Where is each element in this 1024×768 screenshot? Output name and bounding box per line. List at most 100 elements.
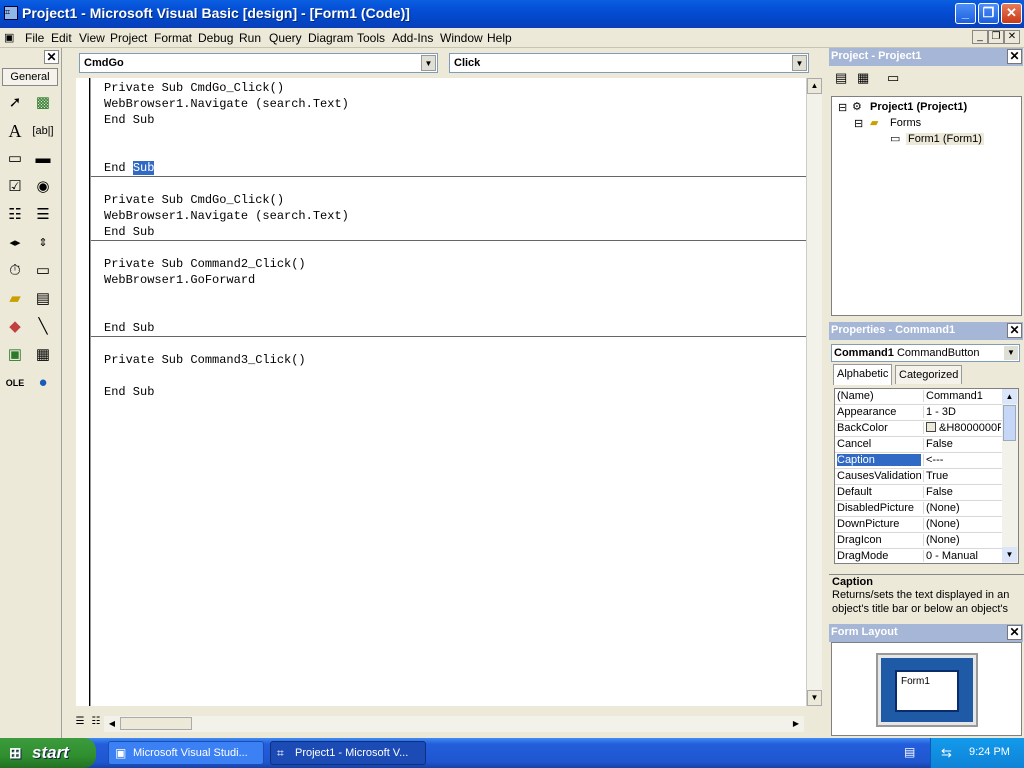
chevron-down-icon[interactable]: ▼ <box>1004 346 1018 360</box>
property-value[interactable]: False <box>923 438 1001 450</box>
toolbox-close-icon[interactable]: ✕ <box>44 50 59 64</box>
menu-help[interactable]: Help <box>487 31 512 45</box>
checkbox-icon[interactable]: ☑ <box>4 176 26 198</box>
tree-project-root[interactable]: Project1 (Project1) <box>870 101 967 113</box>
property-value[interactable]: 0 - Manual <box>923 550 1001 562</box>
code-line[interactable]: Private Sub Command2_Click() <box>104 257 306 271</box>
frame-icon[interactable]: ▭ <box>4 148 26 170</box>
tree-form-item[interactable]: Form1 (Form1) <box>906 133 984 145</box>
hscrollbar-icon[interactable]: ◂▸ <box>4 232 26 254</box>
clock[interactable]: 9:24 PM <box>969 746 1010 758</box>
property-row[interactable]: DragMode 0 - Manual <box>835 549 1002 563</box>
chevron-down-icon[interactable]: ▼ <box>792 55 807 71</box>
scroll-down-icon[interactable]: ▼ <box>1002 547 1017 562</box>
code-line[interactable]: End Sub <box>104 161 155 175</box>
toolbox-general-tab[interactable]: General <box>2 68 58 86</box>
property-value[interactable]: False <box>923 486 1001 498</box>
property-value[interactable]: (None) <box>923 534 1001 546</box>
label-icon[interactable]: A <box>4 120 26 142</box>
collapse-icon[interactable]: ⊟ <box>838 101 847 114</box>
view-code-icon[interactable]: ▤ <box>835 70 855 88</box>
menu-format[interactable]: Format <box>154 31 192 45</box>
picturebox-icon[interactable]: ▩ <box>32 92 54 114</box>
close-icon[interactable]: ✕ <box>1007 49 1022 64</box>
form-preview[interactable]: Form1 <box>895 670 959 712</box>
menu-run[interactable]: Run <box>239 31 261 45</box>
menu-file[interactable]: File <box>25 31 44 45</box>
scroll-thumb[interactable] <box>1003 405 1016 441</box>
property-row[interactable]: Cancel False <box>835 437 1002 453</box>
close-icon[interactable]: ✕ <box>1007 323 1022 338</box>
pointer-icon[interactable]: ➚ <box>4 92 26 114</box>
optionbutton-icon[interactable]: ◉ <box>32 176 54 198</box>
property-value[interactable]: &H8000000F <box>923 422 1001 434</box>
scroll-right-icon[interactable]: ▶ <box>788 716 804 732</box>
drivelistbox-icon[interactable]: ▭ <box>32 260 54 282</box>
chevron-down-icon[interactable]: ▼ <box>421 55 436 71</box>
code-line[interactable]: WebBrowser1.Navigate (search.Text) <box>104 209 349 223</box>
webbrowser-globe-icon[interactable]: ● <box>32 372 54 394</box>
scroll-up-icon[interactable]: ▲ <box>1002 389 1017 404</box>
scroll-left-icon[interactable]: ◀ <box>104 716 120 732</box>
document-icon[interactable]: ▣ <box>4 31 14 44</box>
textbox-icon[interactable]: [ab|] <box>32 120 54 142</box>
property-row[interactable]: (Name) Command1 <box>835 389 1002 405</box>
toggle-folders-icon[interactable]: ▭ <box>887 70 907 88</box>
property-row[interactable]: Default False <box>835 485 1002 501</box>
data-icon[interactable]: ▦ <box>32 344 54 366</box>
property-value[interactable]: True <box>923 470 1001 482</box>
line-icon[interactable]: ╲ <box>32 316 54 338</box>
property-row-selected[interactable]: Caption <--- <box>835 453 1002 469</box>
tab-categorized[interactable]: Categorized <box>895 365 963 384</box>
vscrollbar-icon[interactable]: ⇕ <box>32 232 54 254</box>
combobox-icon[interactable]: ☷ <box>4 204 26 226</box>
horizontal-scrollbar[interactable]: ◀ ▶ <box>104 716 804 732</box>
commandbutton-icon[interactable]: ▬ <box>32 148 54 170</box>
code-line[interactable]: WebBrowser1.GoForward <box>104 273 255 287</box>
ole-icon[interactable]: OLE <box>4 372 26 394</box>
procedure-combo[interactable]: Click ▼ <box>449 53 809 73</box>
menu-add-ins[interactable]: Add-Ins <box>392 31 433 45</box>
tab-alphabetic[interactable]: Alphabetic <box>833 364 893 385</box>
property-value[interactable]: (None) <box>923 518 1001 530</box>
selected-text[interactable]: Sub <box>132 161 155 175</box>
menu-project[interactable]: Project <box>110 31 147 45</box>
code-line[interactable]: Private Sub CmdGo_Click() <box>104 81 284 95</box>
property-row[interactable]: DragIcon (None) <box>835 533 1002 549</box>
property-row[interactable]: BackColor &H8000000F <box>835 421 1002 437</box>
property-grid-scrollbar[interactable]: ▲ ▼ <box>1002 389 1018 563</box>
object-selector[interactable]: Command1 CommandButton ▼ <box>831 344 1020 362</box>
keyboard-icon[interactable]: ▤ <box>904 745 920 761</box>
menu-debug[interactable]: Debug <box>198 31 233 45</box>
property-value[interactable]: 1 - 3D <box>923 406 1001 418</box>
tree-forms-folder[interactable]: Forms <box>890 117 921 129</box>
filelistbox-icon[interactable]: ▤ <box>32 288 54 310</box>
vb-app-icon[interactable]: ⌗ <box>4 6 18 20</box>
maximize-button[interactable]: ❐ <box>978 3 999 24</box>
image-icon[interactable]: ▣ <box>4 344 26 366</box>
view-object-icon[interactable]: ▦ <box>857 70 877 88</box>
menu-diagram[interactable]: Diagram <box>308 31 353 45</box>
menu-view[interactable]: View <box>79 31 105 45</box>
code-line[interactable]: End Sub <box>104 225 154 239</box>
property-value[interactable]: (None) <box>923 502 1001 514</box>
collapse-icon[interactable]: ⊟ <box>854 117 863 130</box>
horizontal-scroll-thumb[interactable] <box>120 717 192 730</box>
close-button[interactable]: ✕ <box>1001 3 1022 24</box>
mdi-restore-button[interactable]: ❐ <box>988 30 1004 44</box>
mdi-minimize-button[interactable]: _ <box>972 30 988 44</box>
code-line[interactable]: Private Sub Command3_Click() <box>104 353 306 367</box>
object-combo[interactable]: CmdGo ▼ <box>79 53 438 73</box>
shape-icon[interactable]: ◆ <box>4 316 26 338</box>
taskbar-item-visual-studio[interactable]: ▣ Microsoft Visual Studi... <box>108 741 264 765</box>
scroll-up-icon[interactable]: ▲ <box>807 78 822 94</box>
close-icon[interactable]: ✕ <box>1007 625 1022 640</box>
timer-icon[interactable]: ⏱ <box>4 260 26 282</box>
scroll-down-icon[interactable]: ▼ <box>807 690 822 706</box>
mdi-close-button[interactable]: ✕ <box>1004 30 1020 44</box>
menu-window[interactable]: Window <box>440 31 483 45</box>
property-row[interactable]: DisabledPicture (None) <box>835 501 1002 517</box>
property-row[interactable]: Appearance 1 - 3D <box>835 405 1002 421</box>
start-button[interactable]: ⊞ start <box>0 738 96 768</box>
procedure-view-icon[interactable]: ☰ <box>72 716 88 732</box>
